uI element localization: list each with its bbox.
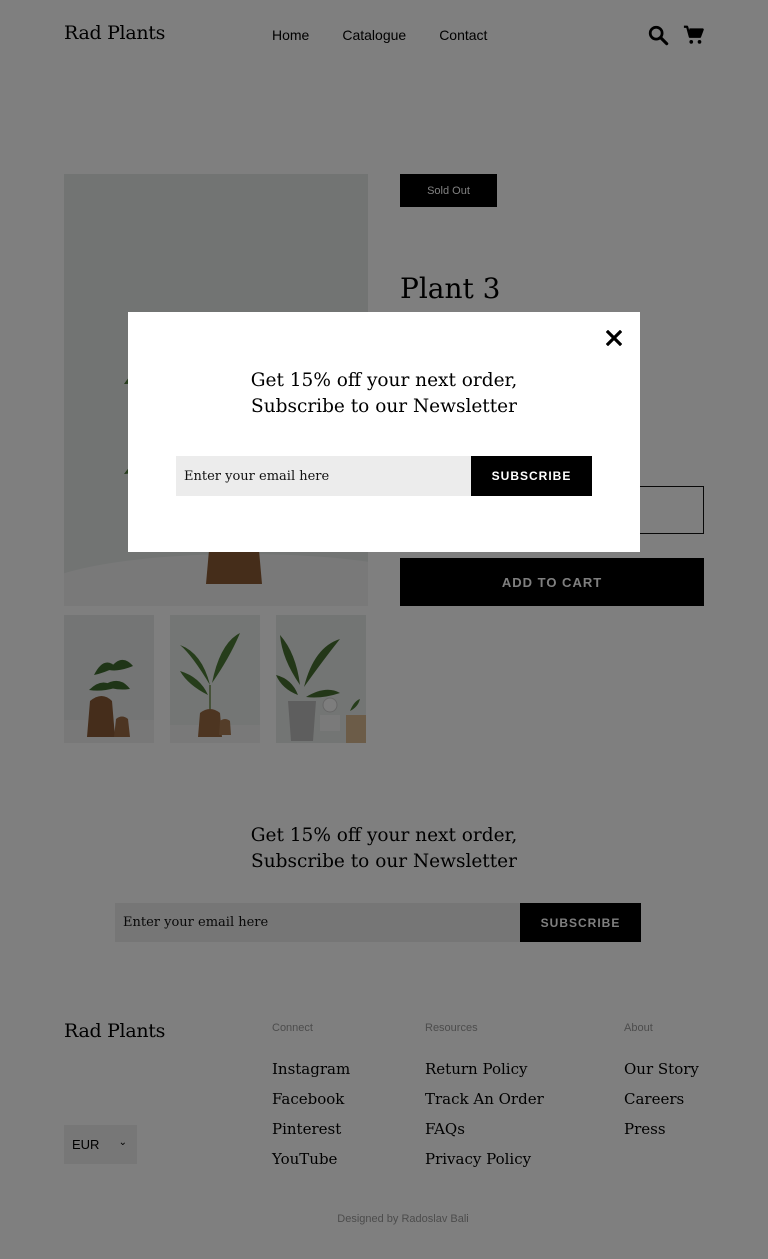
modal-overlay[interactable] xyxy=(0,0,768,1259)
close-icon[interactable] xyxy=(605,328,623,348)
popup-title-line2: Subscribe to our Newsletter xyxy=(251,396,517,417)
popup-subscribe-button[interactable]: SUBSCRIBE xyxy=(471,456,592,496)
newsletter-popup: Get 15% off your next order, Subscribe t… xyxy=(128,312,640,552)
popup-email-input[interactable] xyxy=(176,456,471,496)
popup-heading: Get 15% off your next order, Subscribe t… xyxy=(128,368,640,420)
popup-title-line1: Get 15% off your next order, xyxy=(250,370,518,391)
